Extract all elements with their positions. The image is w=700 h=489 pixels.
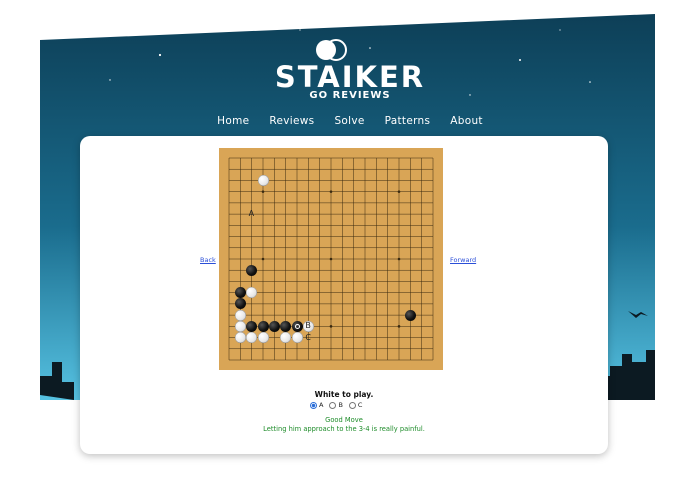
star-point: [329, 325, 333, 328]
nav-patterns[interactable]: Patterns: [385, 115, 431, 127]
answer-options: A B C: [310, 401, 362, 409]
option-b-label: B: [338, 401, 343, 409]
option-b[interactable]: B: [329, 401, 343, 409]
black-stone: [246, 264, 258, 276]
white-stone: [291, 332, 303, 344]
back-link[interactable]: Back: [200, 256, 216, 264]
star-point: [329, 257, 333, 261]
option-c-radio[interactable]: [348, 401, 356, 409]
nav-reviews[interactable]: Reviews: [269, 115, 314, 127]
board-label-a[interactable]: A: [249, 209, 254, 218]
white-stone: [257, 332, 269, 344]
board-label-b[interactable]: B: [305, 321, 311, 330]
option-c[interactable]: C: [348, 401, 363, 409]
result-text: Letting him approach to the 3-4 is reall…: [263, 425, 425, 433]
white-stone: [257, 174, 269, 186]
black-stone: [234, 287, 246, 299]
result-message: Good Move Letting him approach to the 3-…: [80, 416, 608, 434]
black-stone: [280, 320, 292, 332]
black-stone: [404, 309, 416, 321]
option-a-label: A: [319, 401, 324, 409]
star-point: [261, 190, 265, 193]
brand-name: STAIKER: [274, 60, 426, 94]
black-stone: [291, 320, 303, 332]
white-stone: [234, 309, 246, 321]
option-b-radio[interactable]: [329, 401, 337, 409]
black-stone: [246, 320, 258, 332]
nav-about[interactable]: About: [450, 115, 483, 127]
star-point: [397, 325, 401, 328]
forward-link[interactable]: Forward: [450, 256, 476, 264]
option-a[interactable]: A: [310, 401, 323, 409]
star-point: [329, 190, 333, 193]
black-stone: [257, 320, 269, 332]
nav-solve[interactable]: Solve: [334, 115, 364, 127]
star-point: [397, 190, 401, 193]
last-move-marker: [294, 323, 300, 329]
problem-card: Back Forward ABC White to play. A B C Go…: [80, 136, 608, 454]
main-nav: Home Reviews Solve Patterns About: [40, 115, 660, 127]
star-point: [397, 257, 401, 261]
nav-home[interactable]: Home: [217, 115, 249, 127]
go-board[interactable]: A BC: [219, 148, 443, 370]
site-header: STAIKER GO REVIEWS Home Reviews Solve Pa…: [40, 0, 660, 150]
result-title: Good Move: [325, 416, 363, 424]
brand-tagline: GO REVIEWS: [309, 90, 391, 101]
star-point: [261, 257, 265, 261]
logo-moon-icon: [316, 39, 347, 61]
white-stone: [234, 332, 246, 344]
problem-prompt: White to play.: [314, 390, 374, 399]
option-c-label: C: [357, 401, 363, 409]
board-label-c[interactable]: C: [305, 333, 311, 342]
option-a-radio[interactable]: [310, 401, 317, 409]
white-stone: [234, 320, 246, 332]
black-stone: [268, 320, 280, 332]
